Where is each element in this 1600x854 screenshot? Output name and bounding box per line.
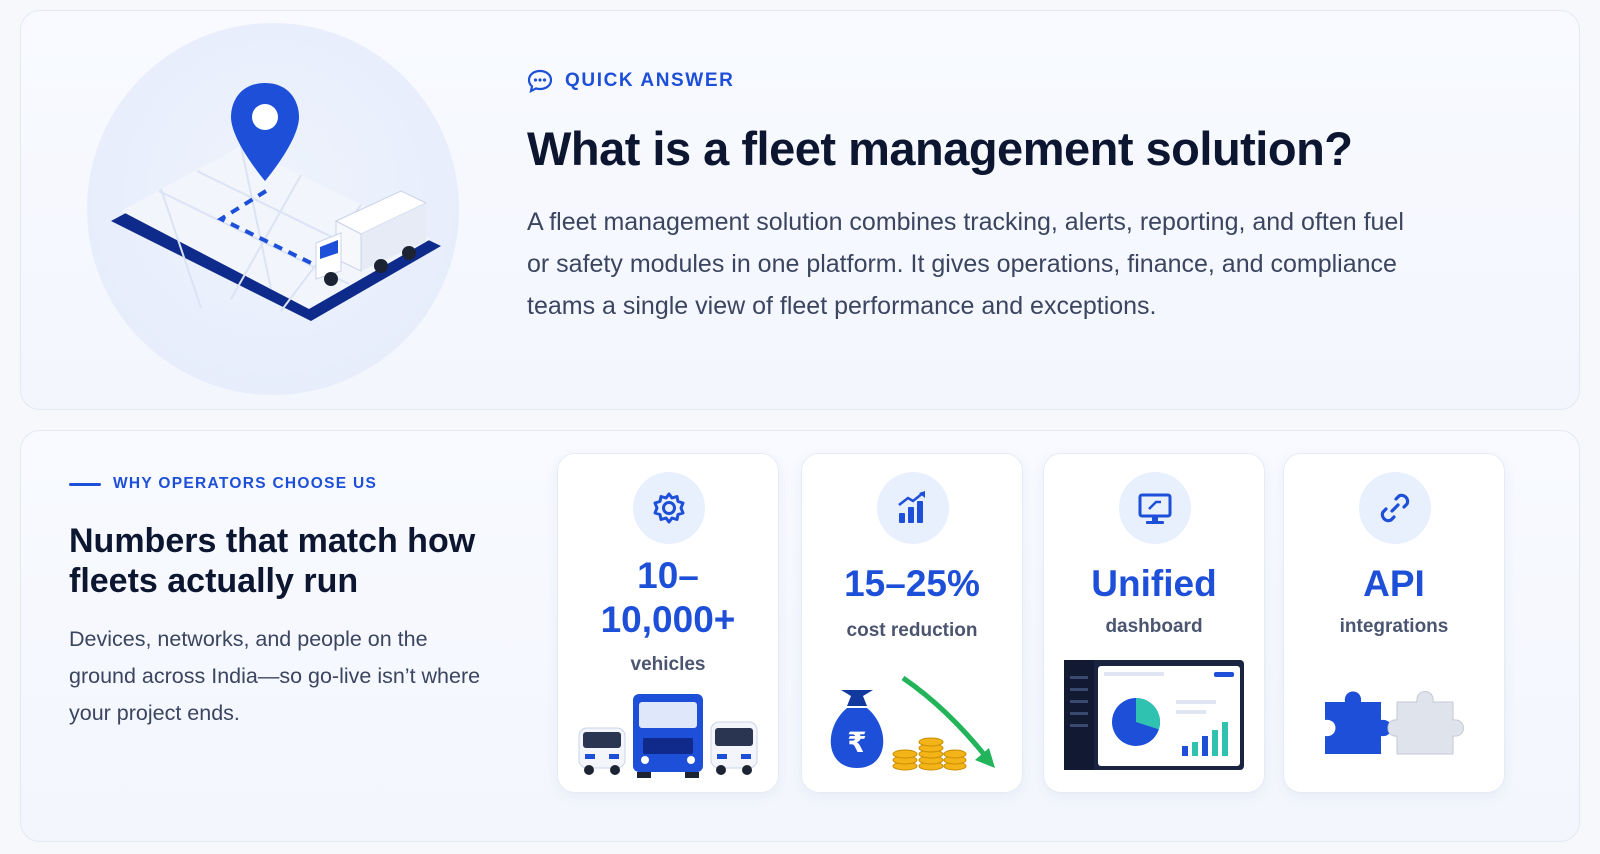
- stat-value-line1: 10–: [637, 555, 699, 596]
- stat-value: Unified: [1091, 563, 1217, 604]
- why-choose-us-card: WHY OPERATORS CHOOSE US Numbers that mat…: [20, 430, 1580, 842]
- stat-unit: dashboard: [1105, 616, 1203, 637]
- quick-answer-label: QUICK ANSWER: [527, 69, 734, 93]
- stat-unit: integrations: [1339, 616, 1449, 637]
- stat-value-line2: 10,000+: [600, 599, 736, 640]
- chat-bubble-icon: [527, 69, 553, 93]
- vehicles-illustration: [558, 688, 778, 780]
- why-label: WHY OPERATORS CHOOSE US: [69, 475, 377, 493]
- monitor-icon: [1119, 472, 1191, 544]
- stat-unit: vehicles: [630, 654, 706, 675]
- fleet-map-illustration: [111, 83, 441, 321]
- svg-text:₹: ₹: [847, 726, 866, 759]
- bar-chart-icon: [877, 472, 949, 544]
- label-accent-line: [69, 482, 101, 486]
- why-title: Numbers that match how fleets actually r…: [69, 522, 476, 600]
- stat-value: API: [1363, 563, 1425, 604]
- quick-answer-body: A fleet management solution combines tra…: [527, 208, 1404, 320]
- stat-card-vehicles: 10– 10,000+ vehicles: [557, 453, 779, 793]
- money-bag-illustration: ₹: [802, 668, 1022, 778]
- quick-answer-card: QUICK ANSWER What is a fleet management …: [20, 10, 1580, 410]
- quick-answer-title: What is a fleet management solution?: [527, 122, 1353, 175]
- link-icon: [1359, 472, 1431, 544]
- stat-value: 15–25%: [844, 563, 980, 604]
- why-body: Devices, networks, and people on the gro…: [69, 627, 481, 725]
- puzzle-illustration: [1284, 680, 1504, 760]
- why-label-text: WHY OPERATORS CHOOSE US: [113, 475, 378, 492]
- stat-unit: cost reduction: [846, 620, 978, 641]
- stat-card-dashboard: Unified dashboard: [1043, 453, 1265, 793]
- dashboard-illustration: [1044, 660, 1264, 772]
- quick-answer-label-text: QUICK ANSWER: [565, 70, 735, 91]
- stat-card-api: API integrations: [1283, 453, 1505, 793]
- stat-card-cost-reduction: 15–25% cost reduction ₹: [801, 453, 1023, 793]
- gear-icon: [633, 472, 705, 544]
